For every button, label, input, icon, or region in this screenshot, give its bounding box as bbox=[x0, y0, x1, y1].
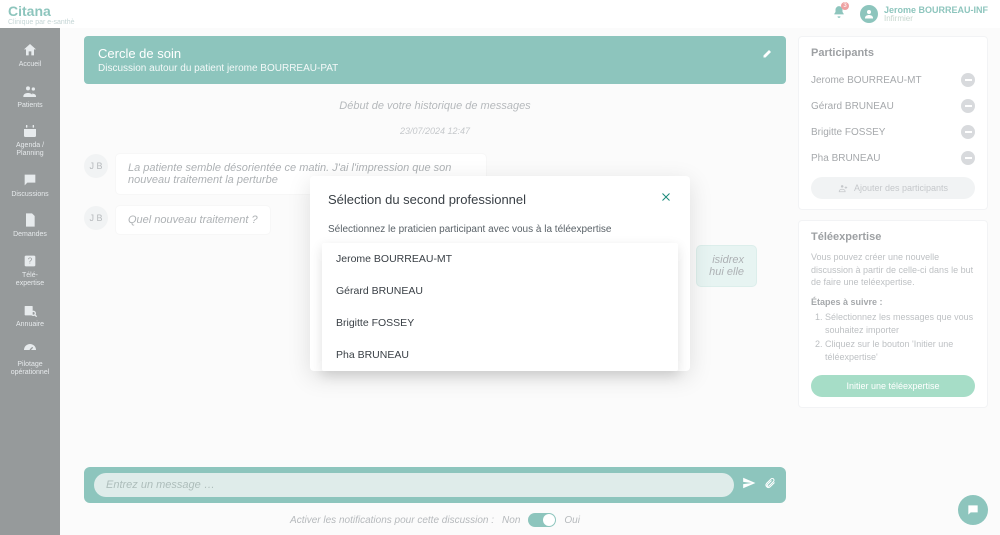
modal-desc: Sélectionnez le praticien participant av… bbox=[328, 224, 672, 235]
dropdown-option[interactable]: Pha BRUNEAU bbox=[322, 339, 678, 371]
professional-dropdown: Jerome BOURREAU-MT Gérard BRUNEAU Brigit… bbox=[322, 243, 678, 371]
select-professional-modal: Sélection du second professionnel Sélect… bbox=[310, 176, 690, 371]
dropdown-option[interactable]: Gérard BRUNEAU bbox=[322, 275, 678, 307]
close-icon bbox=[660, 191, 672, 203]
modal-close-button[interactable] bbox=[660, 190, 672, 208]
dropdown-option[interactable]: Jerome BOURREAU-MT bbox=[322, 243, 678, 275]
modal-title: Sélection du second professionnel bbox=[328, 192, 526, 207]
dropdown-option[interactable]: Brigitte FOSSEY bbox=[322, 307, 678, 339]
